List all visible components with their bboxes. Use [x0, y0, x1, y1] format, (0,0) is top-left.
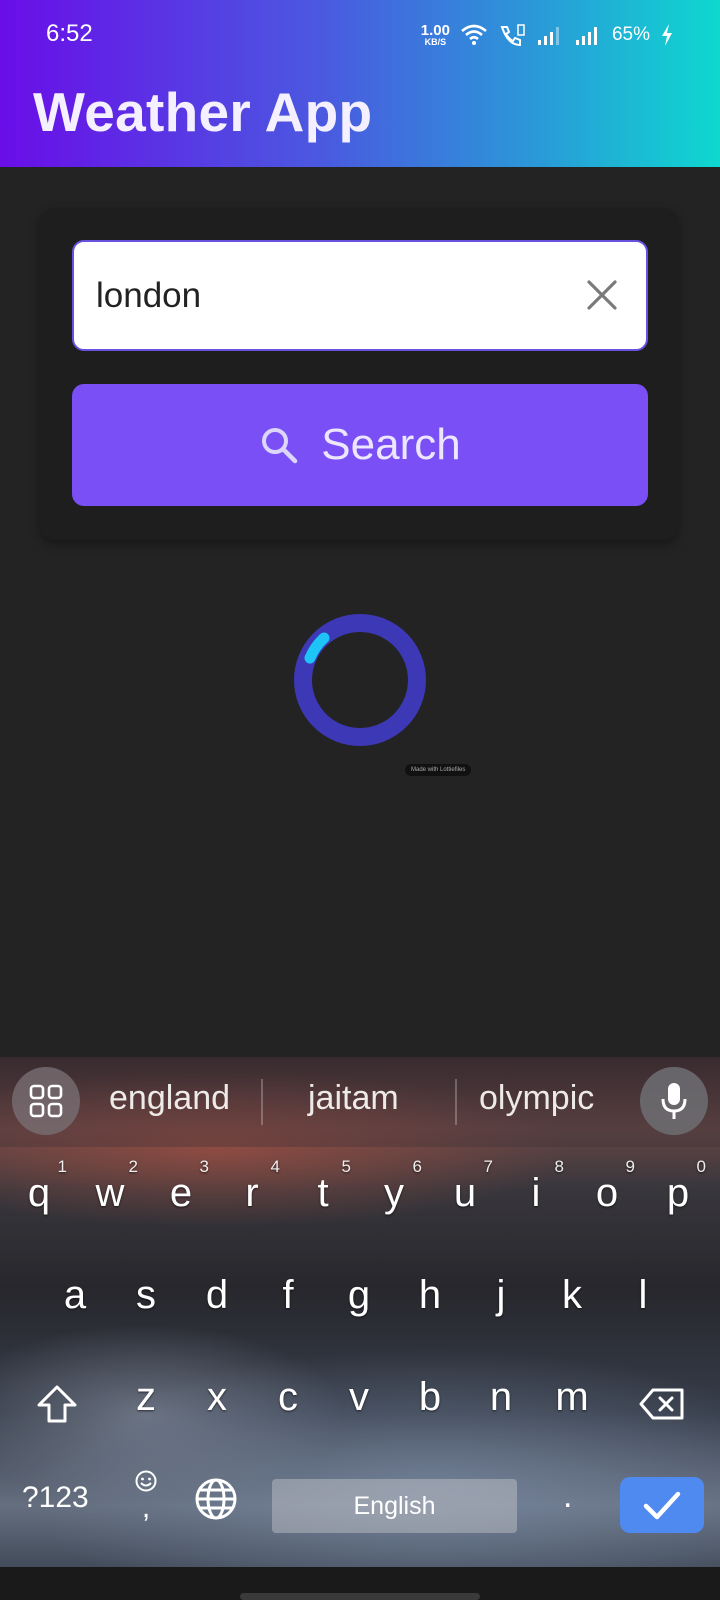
key-char: k [562, 1273, 582, 1317]
volte-call-icon [500, 24, 525, 47]
search-card: Search [40, 208, 678, 540]
charging-icon [662, 24, 672, 46]
key-v[interactable]: v [329, 1361, 389, 1441]
network-speed-value: 1.00 [420, 22, 450, 39]
battery-percent: 65% [611, 24, 650, 45]
key-y[interactable]: 6y [364, 1157, 424, 1237]
key-q[interactable]: 1q [9, 1157, 69, 1237]
key-k[interactable]: k [542, 1259, 602, 1339]
key-f[interactable]: f [258, 1259, 318, 1339]
key-char: q [27, 1171, 51, 1215]
status-bar: 6:52 1.00 KB/S 65% [0, 0, 720, 70]
suggestion-1[interactable]: england [109, 1079, 230, 1118]
key-c[interactable]: c [258, 1361, 318, 1441]
key-char: g [347, 1273, 371, 1317]
key-char: x [207, 1375, 227, 1419]
symbols-key[interactable]: ?123 [22, 1481, 89, 1515]
microphone-icon[interactable] [640, 1067, 708, 1135]
key-t[interactable]: 5t [293, 1157, 353, 1237]
signal-2-icon [575, 27, 597, 45]
comma-char: , [141, 1491, 151, 1524]
network-speed-unit: KB/S [424, 37, 447, 47]
key-char: v [349, 1375, 369, 1419]
app-header: 6:52 1.00 KB/S 65% Weather App [0, 0, 720, 167]
status-icons: 1.00 KB/S 65% [421, 20, 674, 50]
suggestion-2[interactable]: jaitam [308, 1079, 399, 1118]
page-title: Weather App [33, 81, 373, 143]
period-key[interactable]: . [563, 1477, 572, 1516]
key-char: h [418, 1273, 442, 1317]
soft-keyboard: england jaitam olympic 1q 2w 3e 4r 5t 6y… [0, 1057, 720, 1567]
key-char: j [496, 1273, 506, 1317]
checkmark-icon [643, 1491, 681, 1520]
key-a[interactable]: a [45, 1259, 105, 1339]
key-char: f [282, 1273, 294, 1317]
grid-icon[interactable] [12, 1067, 80, 1135]
key-char: a [63, 1273, 87, 1317]
key-char: i [531, 1171, 541, 1215]
loading-spinner [294, 614, 426, 746]
globe-icon[interactable] [194, 1477, 238, 1521]
city-search-field [72, 240, 648, 351]
key-char: r [245, 1171, 259, 1215]
key-w[interactable]: 2w [80, 1157, 140, 1237]
key-char: n [489, 1375, 513, 1419]
key-char: e [169, 1171, 193, 1215]
key-char: b [418, 1375, 442, 1419]
key-char: s [136, 1273, 156, 1317]
key-char: l [638, 1273, 648, 1317]
suggestion-divider [261, 1079, 263, 1125]
emoji-comma-key[interactable]: , [128, 1469, 164, 1529]
key-s[interactable]: s [116, 1259, 176, 1339]
navigation-bar [0, 1567, 720, 1600]
suggestion-3[interactable]: olympic [479, 1079, 594, 1118]
key-o[interactable]: 9o [577, 1157, 637, 1237]
status-time: 6:52 [46, 20, 93, 47]
shift-icon[interactable] [22, 1369, 92, 1439]
key-char: d [205, 1273, 229, 1317]
lottie-watermark: Made with Lottiefiles [405, 764, 472, 776]
key-h[interactable]: h [400, 1259, 460, 1339]
key-u[interactable]: 7u [435, 1157, 495, 1237]
key-d[interactable]: d [187, 1259, 247, 1339]
key-z[interactable]: z [116, 1361, 176, 1441]
suggestion-divider [455, 1079, 457, 1125]
key-e[interactable]: 3e [151, 1157, 211, 1237]
key-x[interactable]: x [187, 1361, 247, 1441]
space-key[interactable]: English [272, 1479, 517, 1533]
key-char: t [317, 1171, 329, 1215]
backspace-icon[interactable] [627, 1369, 697, 1439]
key-char: o [595, 1171, 619, 1215]
key-m[interactable]: m [542, 1361, 602, 1441]
search-icon [262, 428, 298, 464]
key-char: c [278, 1375, 298, 1419]
key-n[interactable]: n [471, 1361, 531, 1441]
key-char: z [136, 1375, 156, 1419]
key-char: y [384, 1171, 404, 1215]
key-b[interactable]: b [400, 1361, 460, 1441]
key-j[interactable]: j [471, 1259, 531, 1339]
key-char: w [95, 1171, 125, 1215]
network-speed: 1.00 KB/S [421, 23, 450, 47]
close-icon[interactable] [584, 277, 620, 313]
key-char: p [666, 1171, 690, 1215]
emoji-icon [135, 1470, 157, 1492]
search-button-label: Search [321, 420, 461, 469]
signal-1-icon [537, 27, 559, 45]
gesture-handle[interactable] [240, 1593, 480, 1600]
search-button[interactable]: Search [72, 384, 648, 506]
key-p[interactable]: 0p [648, 1157, 708, 1237]
wifi-icon [461, 24, 487, 45]
key-i[interactable]: 8i [506, 1157, 566, 1237]
key-g[interactable]: g [329, 1259, 389, 1339]
city-search-input[interactable] [96, 242, 556, 349]
enter-key[interactable] [620, 1477, 704, 1533]
key-l[interactable]: l [613, 1259, 673, 1339]
key-char: u [453, 1171, 477, 1215]
key-r[interactable]: 4r [222, 1157, 282, 1237]
key-char: m [555, 1375, 589, 1419]
